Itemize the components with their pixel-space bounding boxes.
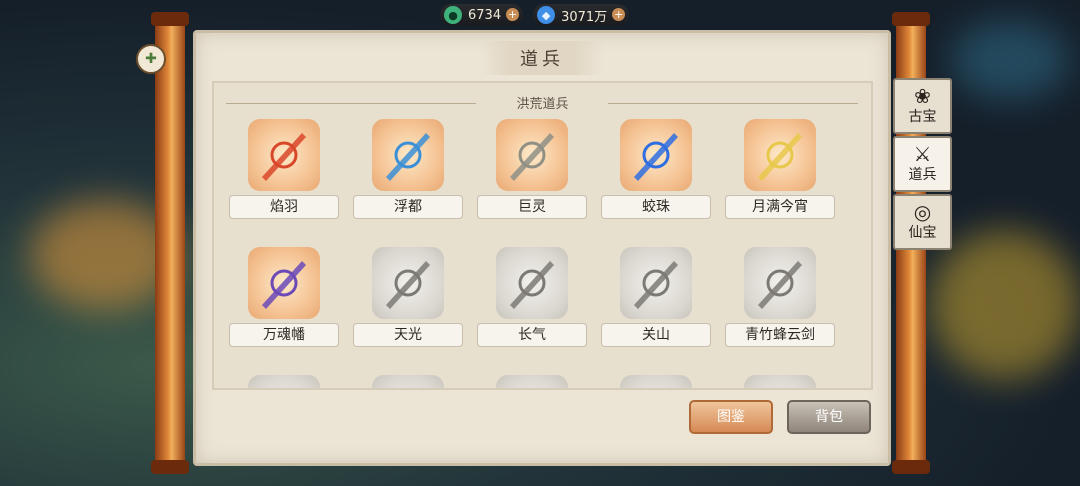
item-grid-area[interactable]: 洪荒道兵 焰羽 浮都 巨灵 蛟珠 月满今宵 万魂幡 天光 长气 关山 青竹蜂云剑	[212, 81, 873, 390]
item-label: 月满今宵	[725, 195, 835, 219]
currency-bar: ● 6734 + ◆ 3071万 +	[440, 4, 630, 26]
giant-spirit-icon	[496, 119, 568, 191]
item-card-partial[interactable]	[477, 375, 587, 388]
tab-ancient-treasure[interactable]: ❀ 古宝	[893, 78, 952, 134]
currency-spirit-value: 3071万	[561, 9, 608, 25]
pin-icon: ✚	[145, 51, 157, 67]
item-label: 万魂幡	[229, 323, 339, 347]
locked-weapon-icon	[372, 375, 444, 388]
item-card-partial[interactable]	[229, 375, 339, 388]
scroll-rod-cap	[892, 460, 930, 474]
currency-jade: ● 6734 +	[440, 4, 524, 26]
item-card[interactable]: 巨灵	[477, 119, 587, 219]
item-card[interactable]: 浮都	[353, 119, 463, 219]
currency-spirit: ◆ 3071万 +	[533, 4, 630, 26]
bamboo-cloud-sword-icon	[744, 247, 816, 319]
scroll-rod-cap	[892, 12, 930, 26]
scroll-rod-cap	[151, 460, 189, 474]
weapon-panel: 道兵 洪荒道兵 焰羽 浮都 巨灵 蛟珠 月满今宵 万魂幡 天光 长气 关山 青竹蜂云剑 图鉴 背包	[193, 30, 891, 466]
dragon-pearl-icon	[620, 119, 692, 191]
locked-weapon-icon	[620, 375, 692, 388]
soul-banner-icon	[248, 247, 320, 319]
item-label: 天光	[353, 323, 463, 347]
scroll-rod-cap	[151, 12, 189, 26]
item-card[interactable]: 焰羽	[229, 119, 339, 219]
item-card[interactable]: 蛟珠	[601, 119, 711, 219]
bag-button[interactable]: 背包	[787, 400, 871, 434]
locked-weapon-icon	[496, 375, 568, 388]
add-jade-button[interactable]: +	[506, 8, 520, 21]
panel-title: 道兵	[480, 41, 604, 75]
tab-label: 古宝	[908, 109, 937, 125]
item-label: 巨灵	[477, 195, 587, 219]
item-card[interactable]: 长气	[477, 247, 587, 347]
background-glow	[950, 20, 1070, 100]
ancient-treasure-icon: ❀	[914, 84, 931, 108]
flame-feather-sword-icon	[248, 119, 320, 191]
tab-immortal-treasure[interactable]: ◎ 仙宝	[893, 194, 952, 250]
background-glow	[930, 230, 1080, 380]
locked-weapon-icon	[248, 375, 320, 388]
item-card-partial[interactable]	[353, 375, 463, 388]
long-breath-sword-icon	[496, 247, 568, 319]
full-moon-icon	[744, 119, 816, 191]
currency-jade-value: 6734	[468, 7, 502, 23]
item-card-partial[interactable]	[601, 375, 711, 388]
item-label: 焰羽	[229, 195, 339, 219]
locked-weapon-icon	[744, 375, 816, 388]
tab-label: 仙宝	[908, 225, 937, 241]
close-pin-button[interactable]: ✚	[136, 44, 166, 74]
tab-dao-weapon[interactable]: ⚔ 道兵	[893, 136, 952, 192]
add-spirit-button[interactable]: +	[612, 8, 626, 21]
scroll-rod-left	[151, 12, 189, 474]
sky-light-sword-icon	[372, 247, 444, 319]
item-card[interactable]: 青竹蜂云剑	[725, 247, 835, 347]
section-divider-right	[608, 103, 858, 104]
panel-title-wrap: 道兵	[196, 41, 888, 75]
item-card[interactable]: 万魂幡	[229, 247, 339, 347]
item-label: 青竹蜂云剑	[725, 323, 835, 347]
immortal-treasure-icon: ◎	[913, 200, 932, 224]
item-card[interactable]: 月满今宵	[725, 119, 835, 219]
spirit-water-icon: ◆	[537, 6, 556, 24]
item-card[interactable]: 天光	[353, 247, 463, 347]
item-label: 浮都	[353, 195, 463, 219]
tab-label: 道兵	[908, 167, 937, 183]
item-label: 关山	[601, 323, 711, 347]
item-card[interactable]: 关山	[601, 247, 711, 347]
item-label: 蛟珠	[601, 195, 711, 219]
item-label: 长气	[477, 323, 587, 347]
mountain-pass-sword-icon	[620, 247, 692, 319]
item-card-partial[interactable]	[725, 375, 835, 388]
dao-weapon-icon: ⚔	[913, 142, 932, 166]
atlas-button[interactable]: 图鉴	[689, 400, 773, 434]
jade-icon: ●	[444, 6, 462, 24]
floating-city-sword-icon	[372, 119, 444, 191]
